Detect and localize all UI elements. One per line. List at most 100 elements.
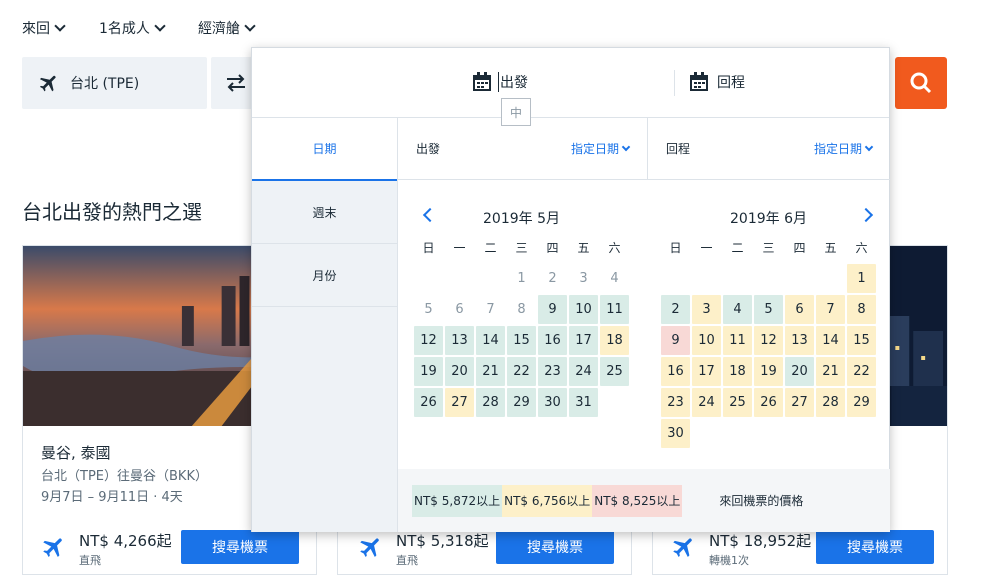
calendar-day[interactable]: 25 — [600, 357, 629, 386]
calendar-day[interactable]: 16 — [538, 326, 567, 355]
weekday-label: 日 — [422, 241, 435, 255]
calendar-day[interactable]: 27 — [785, 388, 814, 417]
calendar-day[interactable]: 25 — [723, 388, 752, 417]
card-price: NT$ 4,266起 — [79, 532, 172, 550]
card-price: NT$ 5,318起 — [396, 532, 489, 550]
calendar-day[interactable]: 12 — [754, 326, 783, 355]
depart-date-tab[interactable]: 出發 — [472, 72, 528, 92]
search-flights-button[interactable]: 搜尋機票 — [816, 530, 934, 564]
search-button[interactable] — [895, 57, 947, 109]
calendar-day[interactable]: 7 — [476, 295, 505, 324]
calendar-day[interactable]: 10 — [692, 326, 721, 355]
card-stops: 轉機1次 — [709, 554, 749, 567]
calendar-day[interactable]: 28 — [816, 388, 845, 417]
calendar-day[interactable]: 8 — [507, 295, 536, 324]
calendar-day[interactable]: 15 — [847, 326, 876, 355]
calendar-day[interactable]: 16 — [661, 357, 690, 386]
calendar-day[interactable]: 31 — [569, 388, 598, 417]
calendar-day[interactable]: 23 — [661, 388, 690, 417]
calendar-day[interactable]: 18 — [723, 357, 752, 386]
calendar-day[interactable]: 20 — [785, 357, 814, 386]
calendar-day[interactable]: 5 — [754, 295, 783, 324]
calendar-day[interactable]: 6 — [445, 295, 474, 324]
calendar-day[interactable]: 27 — [445, 388, 474, 417]
return-mode-dropdown[interactable]: 指定日期 — [814, 140, 874, 157]
depart-mode-bar: 出發 指定日期 — [398, 118, 648, 180]
passengers-dropdown[interactable]: 1名成人 — [99, 18, 166, 38]
calendar-icon — [473, 72, 491, 91]
calendar-day[interactable]: 24 — [692, 388, 721, 417]
return-date-tab[interactable]: 回程 — [689, 72, 745, 92]
trip-type-dropdown[interactable]: 來回 — [22, 18, 66, 38]
calendar-day[interactable]: 3 — [692, 295, 721, 324]
depart-label: 出發 — [416, 142, 441, 156]
return-tab-label: 回程 — [717, 75, 745, 91]
calendar-day[interactable]: 5 — [414, 295, 443, 324]
calendar-day[interactable]: 13 — [445, 326, 474, 355]
nav-item-weekend[interactable]: 週末 — [252, 181, 397, 244]
calendar-day[interactable]: 19 — [414, 357, 443, 386]
calendar-day[interactable]: 19 — [754, 357, 783, 386]
calendar-day[interactable]: 11 — [723, 326, 752, 355]
origin-field[interactable]: 台北 (TPE) — [22, 57, 207, 109]
price-legend: NT$ 5,872以上 NT$ 6,756以上 NT$ 8,525以上 來回機票… — [398, 469, 890, 532]
calendar-day[interactable]: 21 — [476, 357, 505, 386]
calendar-day[interactable]: 12 — [414, 326, 443, 355]
calendar-day[interactable]: 1 — [507, 264, 536, 293]
nav-item-date[interactable]: 日期 — [252, 118, 397, 181]
empty-cell — [691, 263, 722, 294]
divider — [674, 70, 675, 96]
calendar-day[interactable]: 28 — [476, 388, 505, 417]
calendar-day[interactable]: 6 — [785, 295, 814, 324]
calendar-day[interactable]: 24 — [569, 357, 598, 386]
calendar-day[interactable]: 20 — [445, 357, 474, 386]
calendar-grid: 日一二三四五六 1 2 3 4 5 6 7 8 9 10 11 12 13 14 15 16 17 18 19 20 21… — [660, 232, 877, 449]
calendar-day[interactable]: 30 — [661, 419, 690, 448]
calendar-day[interactable]: 1 — [847, 264, 876, 293]
calendar-day[interactable]: 29 — [507, 388, 536, 417]
calendar-day[interactable]: 26 — [414, 388, 443, 417]
empty-cell — [475, 263, 506, 294]
calendar-day[interactable]: 2 — [661, 295, 690, 324]
search-icon — [910, 72, 932, 94]
calendar-day[interactable]: 17 — [569, 326, 598, 355]
calendar-day[interactable]: 9 — [661, 326, 690, 355]
calendar-day[interactable]: 17 — [692, 357, 721, 386]
calendar-day[interactable]: 14 — [816, 326, 845, 355]
calendar-day[interactable]: 29 — [847, 388, 876, 417]
calendar-day[interactable]: 23 — [538, 357, 567, 386]
calendar-day[interactable]: 30 — [538, 388, 567, 417]
swap-button[interactable] — [211, 57, 256, 109]
calendar-day[interactable]: 3 — [569, 264, 598, 293]
calendar-day[interactable]: 14 — [476, 326, 505, 355]
cabin-dropdown[interactable]: 經濟艙 — [198, 18, 256, 38]
return-label: 回程 — [666, 142, 691, 156]
card-dates: 9月7日 – 9月11日 · 4天 — [41, 490, 183, 505]
calendar-day[interactable]: 9 — [538, 295, 567, 324]
calendar-day[interactable]: 15 — [507, 326, 536, 355]
calendar-day[interactable]: 4 — [723, 295, 752, 324]
search-flights-button[interactable]: 搜尋機票 — [181, 530, 299, 564]
plane-icon — [43, 538, 62, 557]
calendar-day[interactable]: 21 — [816, 357, 845, 386]
calendar-day[interactable]: 4 — [600, 264, 629, 293]
calendar-day[interactable]: 10 — [569, 295, 598, 324]
calendar-day[interactable]: 7 — [816, 295, 845, 324]
search-flights-button[interactable]: 搜尋機票 — [496, 530, 614, 564]
calendar-day[interactable]: 13 — [785, 326, 814, 355]
calendar-day[interactable]: 8 — [847, 295, 876, 324]
legend-low: NT$ 5,872以上 — [412, 484, 503, 517]
calendar-day[interactable]: 11 — [600, 295, 629, 324]
calendar-day[interactable]: 22 — [847, 357, 876, 386]
weekday-label: 三 — [762, 241, 775, 255]
depart-tab-label: 出發 — [498, 72, 528, 92]
calendar-day[interactable]: 26 — [754, 388, 783, 417]
calendar-day[interactable]: 18 — [600, 326, 629, 355]
depart-mode-dropdown[interactable]: 指定日期 — [571, 140, 631, 157]
empty-cell — [413, 263, 444, 294]
chevron-down-icon — [621, 142, 631, 151]
calendar-day[interactable]: 22 — [507, 357, 536, 386]
nav-item-month[interactable]: 月份 — [252, 244, 397, 307]
card-stops: 直飛 — [79, 554, 101, 567]
calendar-day[interactable]: 2 — [538, 264, 567, 293]
